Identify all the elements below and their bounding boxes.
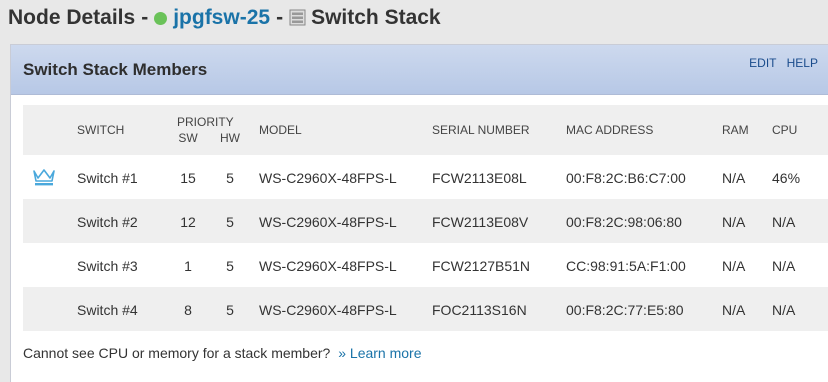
table-row: Switch #2 12 5 WS-C2960X-48FPS-L FCW2113… bbox=[23, 199, 828, 243]
stack-members-table: SWITCH PRIORITY SW HW MODEL SERIAL NUMBE… bbox=[23, 105, 828, 331]
col-header-switch: SWITCH bbox=[77, 123, 125, 137]
status-up-dot-icon bbox=[154, 11, 168, 25]
title-separator: - bbox=[276, 6, 284, 29]
cell-ram: N/A bbox=[722, 214, 746, 230]
col-header-cpu: CPU bbox=[772, 123, 798, 137]
switch-stack-icon bbox=[289, 9, 306, 25]
cell-ram: N/A bbox=[722, 302, 746, 318]
cell-model: WS-C2960X-48FPS-L bbox=[259, 302, 397, 318]
cell-ram: N/A bbox=[722, 170, 746, 186]
col-header-serial: SERIAL NUMBER bbox=[432, 123, 530, 137]
title-separator: - bbox=[141, 6, 149, 29]
cell-priority-sw: 1 bbox=[184, 258, 192, 274]
cell-mac: 00:F8:2C:77:E5:80 bbox=[566, 302, 684, 318]
cell-cpu: N/A bbox=[772, 214, 796, 230]
table-row: Switch #3 1 5 WS-C2960X-48FPS-L FCW2127B… bbox=[23, 243, 828, 287]
cell-priority-hw: 5 bbox=[226, 214, 234, 230]
table-row: Switch #1 15 5 WS-C2960X-48FPS-L FCW2113… bbox=[23, 155, 828, 199]
col-header-sw: SW bbox=[178, 131, 198, 145]
table-row: Switch #4 8 5 WS-C2960X-48FPS-L FOC2113S… bbox=[23, 287, 828, 331]
table-header-row: SWITCH PRIORITY SW HW MODEL SERIAL NUMBE… bbox=[23, 105, 828, 155]
edit-link[interactable]: EDIT bbox=[749, 56, 776, 70]
cell-mac: 00:F8:2C:98:06:80 bbox=[566, 214, 682, 230]
cell-serial: FOC2113S16N bbox=[432, 302, 527, 318]
cell-cpu: N/A bbox=[772, 302, 796, 318]
help-link[interactable]: HELP bbox=[787, 56, 818, 70]
cell-priority-sw: 12 bbox=[180, 214, 196, 230]
col-header-priority: PRIORITY bbox=[177, 115, 234, 129]
cell-serial: FCW2127B51N bbox=[432, 258, 531, 274]
col-header-mac: MAC ADDRESS bbox=[566, 123, 654, 137]
cell-mac: CC:98:91:5A:F1:00 bbox=[566, 258, 686, 274]
cell-mac: 00:F8:2C:B6:C7:00 bbox=[566, 170, 686, 186]
cell-priority-sw: 8 bbox=[184, 302, 192, 318]
cell-priority-sw: 15 bbox=[180, 170, 196, 186]
col-header-hw: HW bbox=[220, 131, 240, 145]
cell-priority-hw: 5 bbox=[226, 302, 234, 318]
cell-switch: Switch #2 bbox=[77, 214, 138, 230]
col-header-ram: RAM bbox=[722, 123, 749, 137]
cell-priority-hw: 5 bbox=[226, 258, 234, 274]
cell-ram: N/A bbox=[722, 258, 746, 274]
crown-icon bbox=[33, 169, 55, 186]
node-name-link[interactable]: jpgfsw-25 bbox=[173, 6, 270, 30]
cell-priority-hw: 5 bbox=[226, 170, 234, 186]
cell-switch: Switch #1 bbox=[77, 170, 138, 186]
cell-serial: FCW2113E08L bbox=[432, 170, 527, 186]
switch-stack-panel: Switch Stack Members EDIT HELP SWITCH PR… bbox=[10, 44, 828, 382]
cell-serial: FCW2113E08V bbox=[432, 214, 529, 230]
cell-cpu: 46% bbox=[772, 170, 801, 186]
panel-header: Switch Stack Members EDIT HELP bbox=[11, 45, 828, 95]
page-title: Node Details - jpgfsw-25 - Switch Stack bbox=[8, 4, 441, 32]
learn-more-link[interactable]: » Learn more bbox=[338, 345, 421, 361]
col-header-model: MODEL bbox=[259, 123, 302, 137]
panel-title: Switch Stack Members bbox=[23, 60, 208, 79]
view-title: Switch Stack bbox=[311, 6, 441, 29]
page-title-prefix: Node Details bbox=[8, 6, 136, 29]
stack-help-note: Cannot see CPU or memory for a stack mem… bbox=[23, 345, 422, 361]
panel-actions: EDIT HELP bbox=[742, 56, 818, 70]
cell-switch: Switch #4 bbox=[77, 302, 138, 318]
cell-switch: Switch #3 bbox=[77, 258, 138, 274]
help-note-text: Cannot see CPU or memory for a stack mem… bbox=[23, 345, 331, 361]
cell-model: WS-C2960X-48FPS-L bbox=[259, 214, 397, 230]
cell-model: WS-C2960X-48FPS-L bbox=[259, 258, 397, 274]
cell-cpu: N/A bbox=[772, 258, 796, 274]
cell-model: WS-C2960X-48FPS-L bbox=[259, 170, 397, 186]
